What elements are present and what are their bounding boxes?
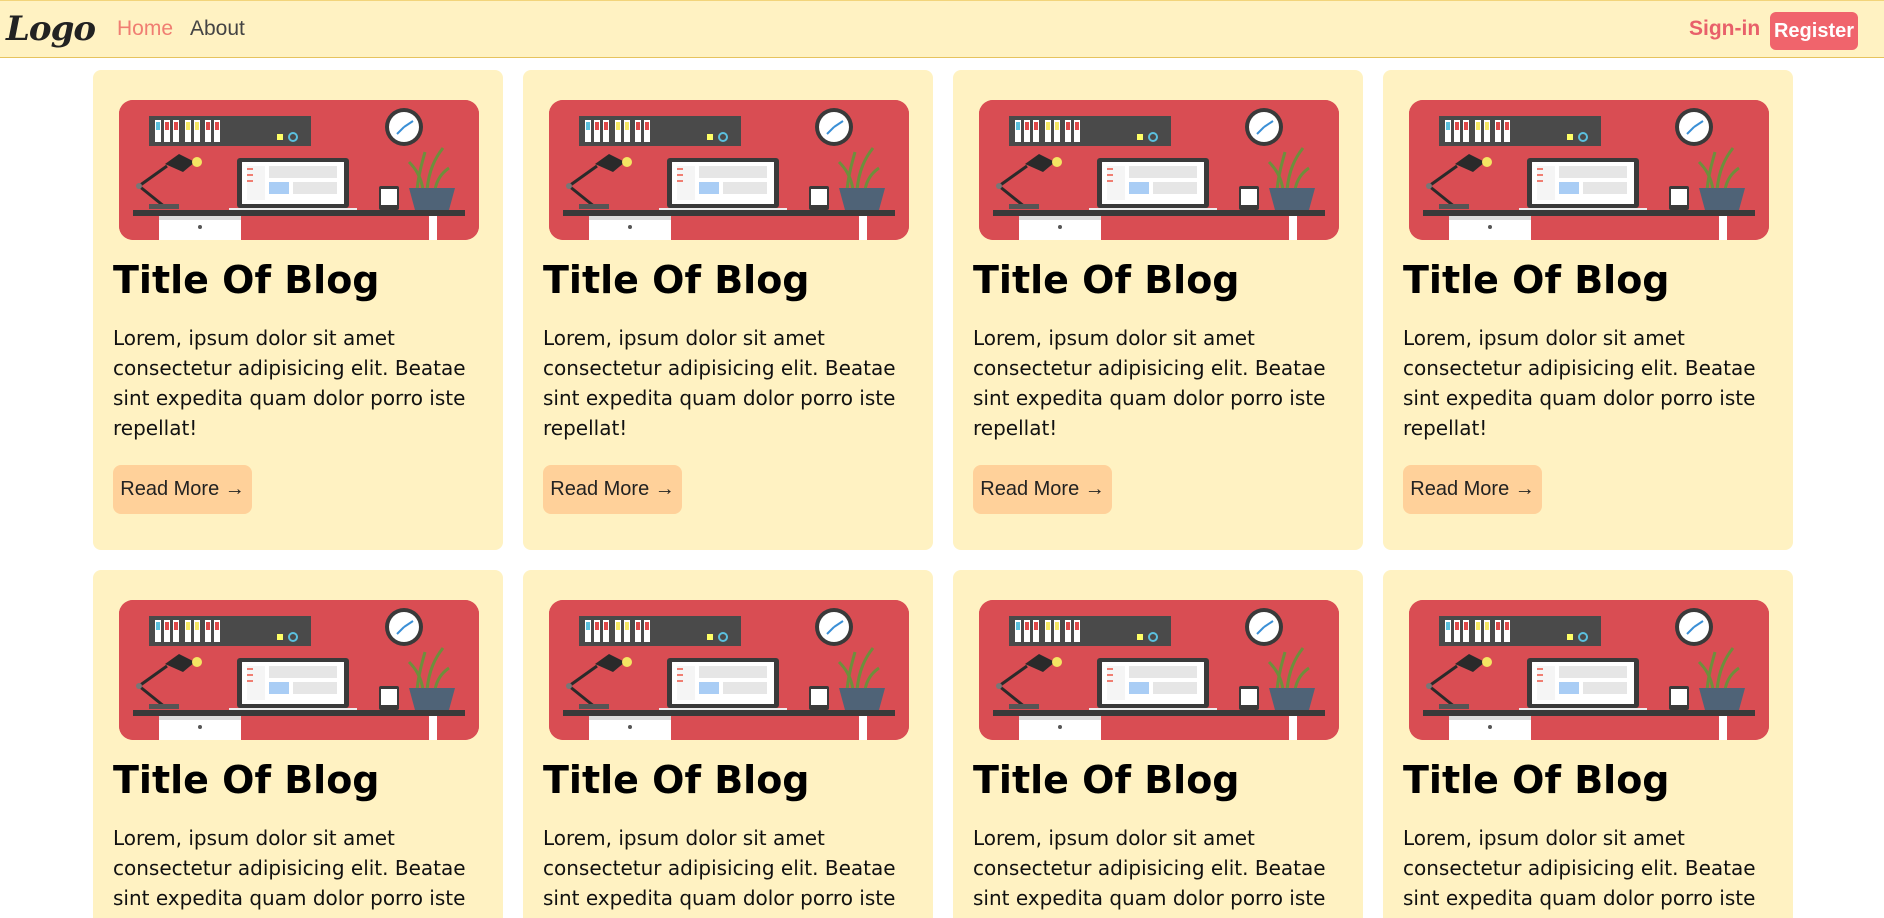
- card-body: Lorem, ipsum dolor sit amet consectetur …: [543, 826, 896, 910]
- card-body: Lorem, ipsum dolor sit amet consectetur …: [113, 826, 466, 910]
- blog-card: Title Of Blog Lorem, ipsum dolor sit ame…: [1383, 570, 1793, 918]
- blog-card: Title Of Blog Lorem, ipsum dolor sit ame…: [93, 570, 503, 918]
- card-body: Lorem, ipsum dolor sit amet consectetur …: [543, 326, 896, 440]
- card-title: Title Of Blog: [113, 758, 380, 802]
- blog-card: Title Of Blog Lorem, ipsum dolor sit ame…: [953, 70, 1363, 550]
- card-title: Title Of Blog: [1403, 258, 1670, 302]
- card-body: Lorem, ipsum dolor sit amet consectetur …: [973, 326, 1326, 440]
- blog-card: Title Of Blog Lorem, ipsum dolor sit ame…: [523, 70, 933, 550]
- card-title: Title Of Blog: [973, 258, 1240, 302]
- card-title: Title Of Blog: [113, 258, 380, 302]
- card-title: Title Of Blog: [543, 758, 810, 802]
- navbar: Logo Home About Sign-in Register: [0, 0, 1884, 58]
- blog-thumbnail: [119, 100, 479, 240]
- card-body: Lorem, ipsum dolor sit amet consectetur …: [113, 326, 466, 440]
- logo[interactable]: Logo: [6, 9, 96, 49]
- blog-card: Title Of Blog Lorem, ipsum dolor sit ame…: [523, 570, 933, 918]
- blog-thumbnail: [1409, 600, 1769, 740]
- sign-in-link[interactable]: Sign-in: [1689, 17, 1760, 41]
- card-title: Title Of Blog: [1403, 758, 1670, 802]
- blog-thumbnail: [549, 100, 909, 240]
- card-title: Title Of Blog: [543, 258, 810, 302]
- blog-card: Title Of Blog Lorem, ipsum dolor sit ame…: [1383, 70, 1793, 550]
- blog-thumbnail: [119, 600, 479, 740]
- read-more-button[interactable]: Read More →: [113, 465, 252, 514]
- read-more-button[interactable]: Read More →: [543, 465, 682, 514]
- read-more-button[interactable]: Read More →: [973, 465, 1112, 514]
- blog-thumbnail: [549, 600, 909, 740]
- blog-thumbnail: [1409, 100, 1769, 240]
- blog-thumbnail: [979, 100, 1339, 240]
- card-body: Lorem, ipsum dolor sit amet consectetur …: [973, 826, 1326, 910]
- blog-thumbnail: [979, 600, 1339, 740]
- card-title: Title Of Blog: [973, 758, 1240, 802]
- blog-card: Title Of Blog Lorem, ipsum dolor sit ame…: [93, 70, 503, 550]
- blog-card: Title Of Blog Lorem, ipsum dolor sit ame…: [953, 570, 1363, 918]
- nav-link-about[interactable]: About: [190, 17, 245, 41]
- nav-link-home[interactable]: Home: [117, 17, 173, 41]
- register-button[interactable]: Register: [1770, 12, 1858, 50]
- card-body: Lorem, ipsum dolor sit amet consectetur …: [1403, 326, 1756, 440]
- read-more-button[interactable]: Read More →: [1403, 465, 1542, 514]
- card-body: Lorem, ipsum dolor sit amet consectetur …: [1403, 826, 1756, 910]
